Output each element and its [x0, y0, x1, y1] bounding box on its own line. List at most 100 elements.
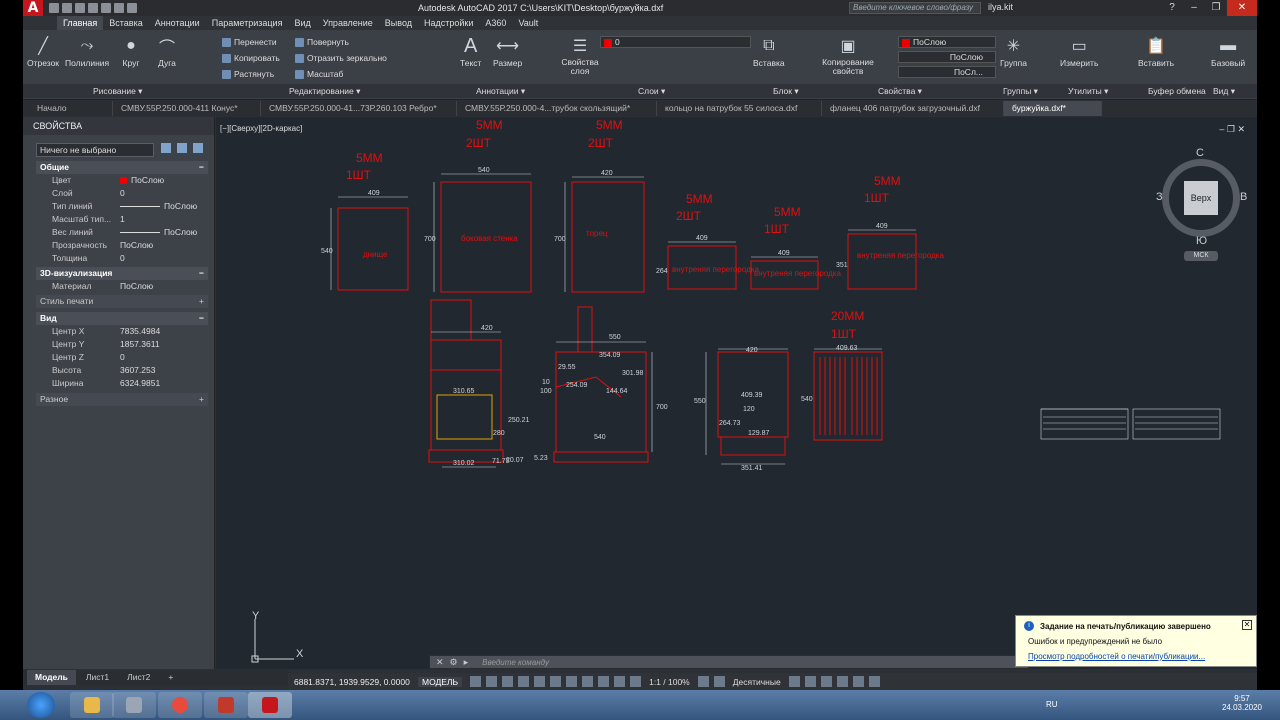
- tab-model[interactable]: Модель: [27, 670, 76, 685]
- section-plot-style[interactable]: Стиль печати +: [36, 295, 208, 308]
- prop-row[interactable]: Прозрачность ПоСлою: [36, 239, 208, 252]
- minimize-button[interactable]: –: [1183, 0, 1205, 16]
- tab-parametric[interactable]: Параметризация: [206, 16, 289, 30]
- notification-details-link[interactable]: Просмотр подробностей о печати/публикаци…: [1028, 652, 1205, 661]
- new-icon[interactable]: [49, 3, 59, 13]
- file-tab[interactable]: СМВУ.55Р.250.000-41...73Р.260.103 Ребро*: [261, 101, 457, 116]
- compass-south[interactable]: Ю: [1196, 235, 1207, 247]
- tab-layout2[interactable]: Лист2: [119, 670, 158, 685]
- file-tab-start[interactable]: Начало: [23, 101, 113, 116]
- tab-manage[interactable]: Управление: [317, 16, 379, 30]
- snap-icon[interactable]: [486, 676, 498, 687]
- file-tab[interactable]: СМВУ.55Р.250.000-411 Конус*: [113, 101, 261, 116]
- layer-dropdown[interactable]: 0: [600, 36, 751, 48]
- file-tab[interactable]: СМВУ.55Р.250.000-4...трубок скользящий*: [457, 101, 657, 116]
- prop-row[interactable]: Высота 3607.253: [36, 364, 208, 377]
- tab-home[interactable]: Главная: [57, 16, 104, 30]
- quick-select-icon[interactable]: [193, 143, 203, 153]
- open-icon[interactable]: [62, 3, 72, 13]
- section-misc[interactable]: Разное +: [36, 393, 208, 406]
- save-icon[interactable]: [75, 3, 85, 13]
- grid-icon[interactable]: [470, 676, 482, 687]
- tab-insert[interactable]: Вставка: [103, 16, 148, 30]
- prop-row[interactable]: Центр Z 0: [36, 351, 208, 364]
- redo-icon[interactable]: [127, 3, 137, 13]
- annotation-visibility-icon[interactable]: [614, 676, 626, 687]
- compass-west[interactable]: З: [1156, 191, 1163, 203]
- wcs-menu[interactable]: МСК: [1184, 251, 1218, 261]
- file-tab[interactable]: кольцо на патрубок 55 силоса.dxf: [657, 101, 822, 116]
- annotation-scale[interactable]: 1:1 / 100%: [649, 677, 690, 687]
- group-properties[interactable]: Свойства ▾: [878, 86, 922, 97]
- stretch-button[interactable]: Растянуть: [222, 69, 274, 79]
- rotate-button[interactable]: Повернуть: [295, 37, 349, 47]
- prop-row[interactable]: Тип линий ПоСлою: [36, 200, 208, 213]
- group-annotation[interactable]: Аннотации ▾: [476, 86, 525, 97]
- system-clock[interactable]: 9:57 24.03.2020: [1222, 694, 1262, 712]
- close-button[interactable]: ✕: [1227, 0, 1257, 16]
- drawing-canvas[interactable]: [−][Сверху][2D-каркас] – ❐ ✕ Y X 5ММ 1ШТ…: [216, 117, 1257, 669]
- base-view-button[interactable]: ▬ Базовый: [1211, 36, 1245, 68]
- maximize-button[interactable]: ❐: [1205, 0, 1227, 16]
- lineweight-dropdown[interactable]: ПоСл...: [898, 66, 996, 78]
- polar-icon[interactable]: [518, 676, 530, 687]
- file-tab-active[interactable]: буржуйка.dxf*: [1004, 101, 1102, 116]
- move-button[interactable]: Перенести: [222, 37, 277, 47]
- section-general[interactable]: Общие −: [36, 161, 208, 174]
- command-line[interactable]: ✕ ⚙ ▸ Введите команду: [429, 655, 1029, 669]
- group-utilities[interactable]: Утилиты ▾: [1068, 86, 1108, 97]
- isolate-icon[interactable]: [820, 676, 832, 687]
- lock-ui-icon[interactable]: [804, 676, 816, 687]
- tab-view[interactable]: Вид: [288, 16, 316, 30]
- paste-button[interactable]: 📋 Вставить: [1138, 36, 1174, 68]
- selection-dropdown[interactable]: Ничего не выбрано: [36, 143, 154, 157]
- osnap-icon[interactable]: [534, 676, 546, 687]
- start-button[interactable]: [27, 692, 55, 718]
- transparency-icon[interactable]: [582, 676, 594, 687]
- taskbar-chrome[interactable]: [158, 692, 202, 718]
- saveas-icon[interactable]: [88, 3, 98, 13]
- language-indicator[interactable]: RU: [1046, 700, 1058, 709]
- auto-scale-icon[interactable]: [630, 676, 642, 687]
- prop-row[interactable]: Материал ПоСлою: [36, 280, 208, 293]
- taskbar-sc-app[interactable]: [204, 692, 248, 718]
- group-modify[interactable]: Редактирование ▾: [289, 86, 360, 97]
- compass-east[interactable]: В: [1240, 191, 1247, 203]
- group-button[interactable]: ✳ Группа: [1000, 36, 1027, 68]
- add-icon[interactable]: [713, 676, 725, 687]
- tab-addins[interactable]: Надстройки: [418, 16, 479, 30]
- command-close-icon[interactable]: ✕: [436, 657, 444, 668]
- prop-row[interactable]: Слой 0: [36, 187, 208, 200]
- dimension-tool-button[interactable]: ⟷ Размер: [493, 36, 522, 68]
- group-groups[interactable]: Группы ▾: [1003, 86, 1038, 97]
- linetype-dropdown[interactable]: ПоСлою: [898, 51, 996, 63]
- selection-cycling-icon[interactable]: [598, 676, 610, 687]
- compass-north[interactable]: С: [1196, 147, 1204, 159]
- taskbar-autocad[interactable]: [248, 692, 292, 718]
- section-view[interactable]: Вид −: [36, 312, 208, 325]
- notification-close-button[interactable]: ✕: [1242, 620, 1252, 630]
- measure-button[interactable]: ▭ Измерить: [1060, 36, 1098, 68]
- scale-button[interactable]: Масштаб: [295, 69, 343, 79]
- prop-row[interactable]: Цвет ПоСлою: [36, 174, 208, 187]
- user-name[interactable]: ilya.kit: [988, 2, 1013, 12]
- match-properties-button[interactable]: ▣ Копирование свойств: [819, 36, 877, 76]
- workspace-icon[interactable]: [697, 676, 709, 687]
- command-history-icon[interactable]: ▸: [464, 657, 469, 668]
- tab-output[interactable]: Вывод: [379, 16, 418, 30]
- autocad-logo-icon[interactable]: A: [23, 0, 43, 16]
- group-block[interactable]: Блок ▾: [773, 86, 799, 97]
- tab-layout1[interactable]: Лист1: [78, 670, 117, 685]
- toggle-pickadd-icon[interactable]: [161, 143, 171, 153]
- prop-row[interactable]: Ширина 6324.9851: [36, 377, 208, 390]
- polyline-tool-button[interactable]: ⤳ Полилиния: [65, 36, 109, 68]
- command-input[interactable]: Введите команду: [482, 658, 549, 667]
- coordinates-readout[interactable]: 6881.8371, 1939.9529, 0.0000: [288, 677, 418, 687]
- model-space-button[interactable]: МОДЕЛЬ: [418, 676, 463, 687]
- copy-button[interactable]: Копировать: [222, 53, 280, 63]
- ortho-icon[interactable]: [502, 676, 514, 687]
- layer-properties-button[interactable]: ☰ Свойства слоя: [558, 36, 602, 76]
- group-clipboard[interactable]: Буфер обмена: [1148, 86, 1206, 96]
- group-view[interactable]: Вид ▾: [1213, 86, 1235, 97]
- group-draw[interactable]: Рисование ▾: [93, 86, 142, 97]
